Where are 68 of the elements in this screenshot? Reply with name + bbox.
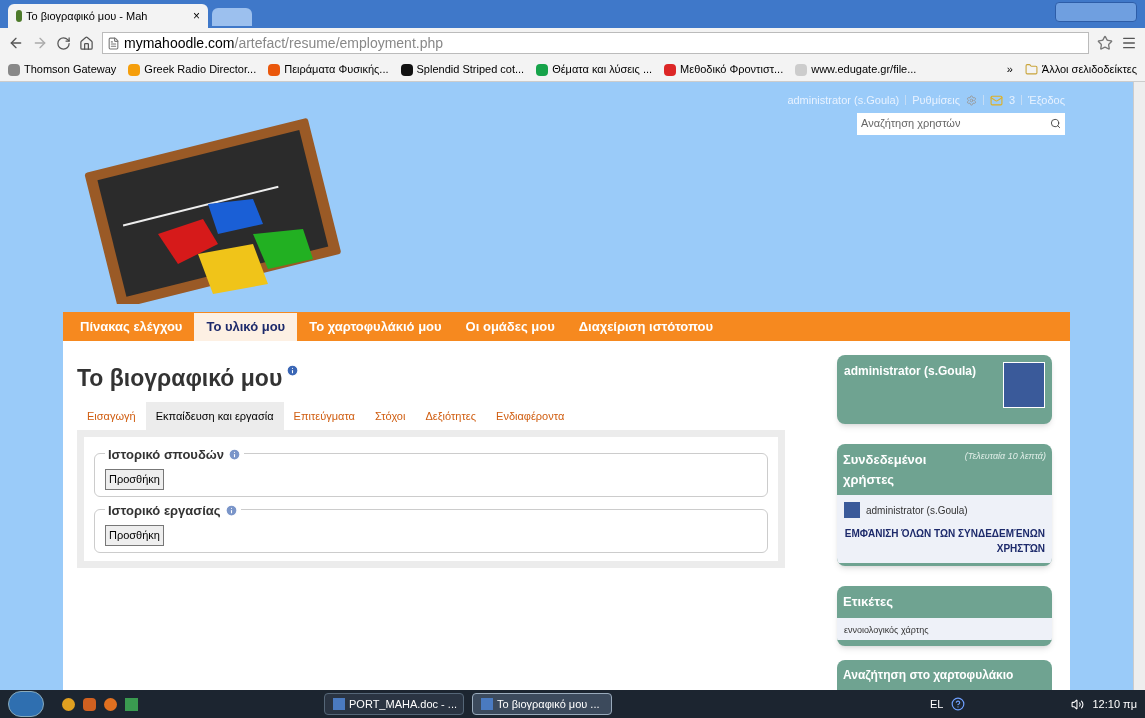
menu-icon[interactable]: [1121, 35, 1137, 51]
section-tab[interactable]: Ενδιαφέροντα: [486, 401, 575, 430]
address-field[interactable]: mymahoodle.com/artefact/resume/employment.php: [102, 32, 1089, 54]
task-button[interactable]: Το βιογραφικό μου ...: [472, 693, 612, 715]
leaf-icon: [16, 10, 22, 22]
card-title: Ετικέτες: [843, 594, 893, 610]
avatar-placeholder: [1003, 362, 1045, 408]
bookmark[interactable]: www.edugate.gr/file...: [795, 61, 917, 78]
folder-icon: [1024, 63, 1038, 76]
bookmark[interactable]: Greek Radio Director...: [128, 61, 257, 78]
bookmark[interactable]: Θέματα και λύσεις ...: [536, 61, 653, 78]
site-icon: [795, 63, 808, 76]
other-bookmarks[interactable]: Άλλοι σελιδοδείκτες: [1024, 61, 1137, 78]
scrollbar[interactable]: [1133, 82, 1145, 690]
tag-link[interactable]: εννοιολογικός χάρτης: [844, 624, 929, 635]
url-text: mymahoodle.com/artefact/resume/employment.php: [124, 33, 444, 53]
tab-title: Το βιογραφικό μου - Mah: [26, 8, 149, 24]
search-field[interactable]: Αναζήτηση χρηστών: [857, 112, 1065, 135]
page-title: Το βιογραφικό μου: [77, 364, 283, 393]
bookmark[interactable]: Thomson Gateway: [8, 61, 117, 78]
section-tab[interactable]: Δεξιότητες: [415, 401, 487, 430]
info-icon[interactable]: [228, 448, 241, 462]
app-icon[interactable]: [125, 697, 138, 711]
show-all-link[interactable]: ΕΜΦΆΝΙΣΗ ΌΛΩΝ ΤΩΝ ΣΥΝΔΕΔΕΜΈΝΩΝ ΧΡΗΣΤΏΝ: [844, 526, 1045, 557]
site-icon: [8, 63, 20, 76]
star-icon[interactable]: [1097, 35, 1113, 51]
bookmark[interactable]: Πειράματα Φυσικής...: [268, 61, 389, 78]
language-indicator[interactable]: EL: [930, 695, 944, 713]
clock[interactable]: 12:10 πμ: [1092, 695, 1137, 713]
section-tab[interactable]: Επιτεύγματα: [283, 401, 365, 430]
app-icon[interactable]: [104, 697, 117, 711]
section-tab[interactable]: Εκπαίδευση και εργασία: [145, 401, 284, 430]
nav-tab[interactable]: Το υλικό μου: [194, 313, 298, 341]
back-icon[interactable]: [8, 35, 24, 51]
info-icon[interactable]: [286, 364, 300, 377]
time-note: (Τελευταία 10 λεπτά): [964, 450, 1046, 464]
avatar-placeholder: [844, 502, 860, 519]
site-icon: [128, 63, 141, 76]
volume-icon[interactable]: [1071, 697, 1085, 711]
site-icon: [664, 63, 677, 76]
section-tab[interactable]: Στόχοι: [364, 401, 416, 430]
reload-icon[interactable]: [56, 35, 71, 51]
site-icon: [536, 63, 549, 76]
add-button[interactable]: Προσθήκη: [105, 469, 164, 490]
page-icon: [107, 36, 120, 50]
section-tab[interactable]: Εισαγωγή: [77, 401, 146, 430]
app-icon: [481, 698, 493, 710]
start-button[interactable]: [8, 691, 44, 717]
user-link[interactable]: administrator (s.Goula): [866, 503, 968, 518]
bookmark[interactable]: Splendid Striped cot...: [400, 61, 525, 78]
task-button[interactable]: PORT_MAHA.doc - ...: [324, 693, 464, 715]
home-icon[interactable]: [79, 35, 94, 51]
app-icon[interactable]: [83, 697, 96, 711]
site-icon: [268, 63, 281, 76]
site-icon: [400, 63, 413, 76]
app-icon: [333, 698, 345, 710]
fieldset-legend: Ιστορικό εργασίας: [108, 501, 221, 521]
fieldset-legend: Ιστορικό σπουδών: [108, 445, 224, 465]
card-title: Συνδεδεμένοι χρήστες: [843, 451, 928, 489]
help-icon[interactable]: [951, 697, 966, 711]
card-title: Αναζήτηση στο χαρτοφυλάκιο: [843, 668, 1014, 682]
more-bookmarks-button[interactable]: »: [1006, 61, 1013, 78]
bookmark[interactable]: Μεθοδικό Φροντιστ...: [664, 61, 784, 78]
browser-tab[interactable]: Το βιογραφικό μου - Mah ×: [8, 4, 208, 28]
add-button[interactable]: Προσθήκη: [105, 525, 164, 546]
close-icon[interactable]: ×: [193, 7, 200, 25]
info-icon[interactable]: [224, 504, 238, 518]
search-icon[interactable]: [1050, 118, 1061, 129]
